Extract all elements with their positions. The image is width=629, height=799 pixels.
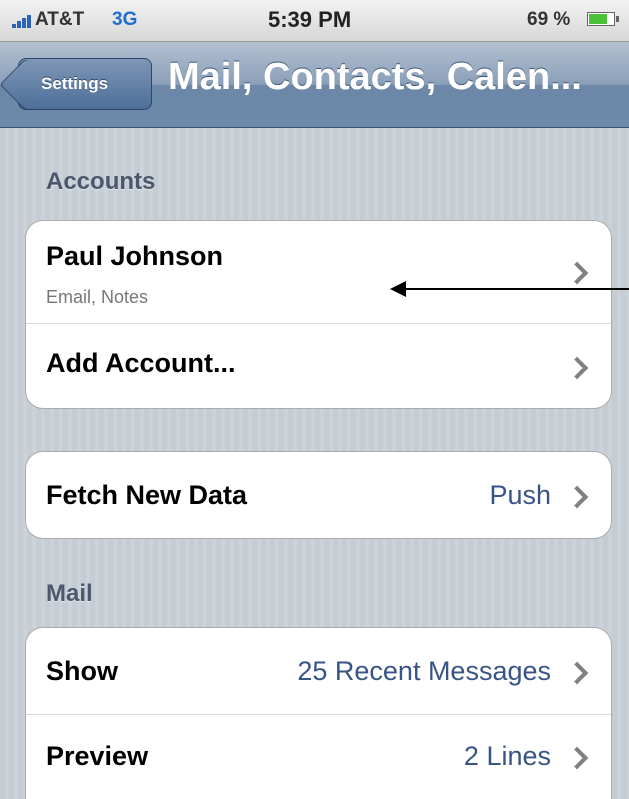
- show-label: Show: [46, 656, 118, 686]
- carrier-name: AT&T: [35, 9, 85, 30]
- mail-group: Show 25 Recent Messages Preview 2 Lines: [25, 627, 612, 799]
- account-services: Email, Notes: [46, 287, 149, 307]
- accounts-section-header: Accounts: [46, 168, 156, 195]
- settings-back-button[interactable]: Settings: [18, 58, 152, 110]
- fetch-new-data-value: Push: [489, 480, 551, 510]
- back-button-label: Settings: [41, 74, 109, 93]
- fetch-new-data-row[interactable]: Fetch New Data Push: [26, 452, 611, 538]
- battery-icon: [587, 12, 619, 26]
- status-time: 5:39 PM: [268, 7, 352, 32]
- battery-percentage: 69 %: [527, 9, 571, 30]
- account-name: Paul Johnson: [46, 241, 224, 271]
- fetch-new-data-label: Fetch New Data: [46, 480, 248, 510]
- add-account-row[interactable]: Add Account...: [26, 323, 611, 408]
- fetch-group: Fetch New Data Push: [25, 451, 612, 539]
- account-row-paul-johnson[interactable]: Paul Johnson Email, Notes: [26, 221, 611, 323]
- preview-label: Preview: [46, 741, 149, 771]
- annotation-arrow-head: [390, 281, 406, 297]
- show-row[interactable]: Show 25 Recent Messages: [26, 628, 611, 714]
- signal-bars-icon: [12, 14, 34, 28]
- preview-row[interactable]: Preview 2 Lines: [26, 714, 611, 799]
- show-value: 25 Recent Messages: [297, 656, 551, 686]
- chevron-right-icon: [565, 485, 589, 509]
- chevron-right-icon: [565, 746, 589, 770]
- iphone-screen: AT&T 3G 5:39 PM 69 % Settings Mail, Cont…: [0, 0, 629, 799]
- status-bar: AT&T 3G 5:39 PM 69 %: [0, 0, 629, 42]
- accounts-group: Paul Johnson Email, Notes Add Account...: [25, 220, 612, 409]
- chevron-right-icon: [565, 261, 589, 285]
- page-title: Mail, Contacts, Calen...: [168, 56, 582, 98]
- preview-value: 2 Lines: [463, 741, 551, 771]
- add-account-label: Add Account...: [46, 348, 236, 378]
- mail-section-header: Mail: [46, 580, 93, 607]
- navigation-bar: Settings Mail, Contacts, Calen...: [0, 42, 629, 128]
- chevron-right-icon: [565, 661, 589, 685]
- annotation-arrow-line: [404, 288, 629, 290]
- network-type: 3G: [112, 9, 138, 30]
- chevron-right-icon: [565, 356, 589, 380]
